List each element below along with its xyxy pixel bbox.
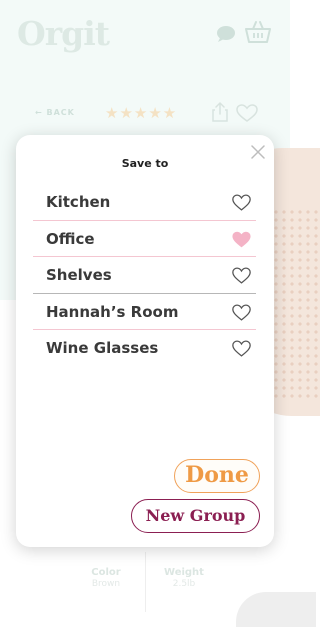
star-rating: ★★★★★ bbox=[105, 104, 178, 122]
done-button[interactable]: Done bbox=[174, 459, 260, 493]
modal-title: Save to bbox=[121, 157, 169, 170]
group-item-kitchen[interactable]: Kitchen bbox=[33, 184, 256, 221]
heart-outline-icon[interactable] bbox=[232, 194, 251, 211]
group-label: Hannah’s Room bbox=[46, 302, 179, 321]
chat-bubble-icon[interactable] bbox=[216, 25, 236, 43]
heart-outline-icon[interactable] bbox=[232, 267, 251, 284]
back-label: BACK bbox=[46, 108, 75, 117]
bottom-corner-shape bbox=[236, 592, 316, 627]
group-label: Office bbox=[46, 229, 95, 248]
heart-outline-icon[interactable] bbox=[232, 340, 251, 357]
close-icon[interactable] bbox=[251, 145, 265, 159]
group-item-office[interactable]: Office bbox=[33, 221, 256, 257]
group-item-hannahs-room[interactable]: Hannah’s Room bbox=[33, 294, 256, 330]
basket-icon[interactable] bbox=[245, 20, 271, 44]
spec-divider bbox=[145, 552, 146, 612]
heart-outline-icon[interactable] bbox=[232, 304, 251, 321]
new-group-button[interactable]: New Group bbox=[131, 499, 260, 533]
group-label: Wine Glasses bbox=[46, 339, 159, 357]
spec-value: 2.5lb bbox=[172, 579, 196, 589]
app-logo: Orgit bbox=[17, 14, 110, 53]
spec-weight: Weight 2.5lb bbox=[158, 567, 210, 589]
group-label: Shelves bbox=[46, 266, 112, 284]
group-list: Kitchen Office Shelves Hannah’s Room Win… bbox=[33, 184, 256, 367]
heart-filled-icon[interactable] bbox=[232, 231, 251, 248]
spec-color: Color Brown bbox=[80, 567, 132, 589]
spec-label: Color bbox=[91, 567, 121, 578]
group-item-wine-glasses[interactable]: Wine Glasses bbox=[33, 330, 256, 367]
share-icon[interactable] bbox=[211, 102, 229, 122]
group-label: Kitchen bbox=[46, 193, 111, 211]
save-to-modal: Save to Kitchen Office Shelves Hannah’s … bbox=[16, 135, 274, 547]
spec-value: Brown bbox=[91, 579, 121, 589]
back-link[interactable]: ← BACK bbox=[35, 108, 75, 117]
spec-label: Weight bbox=[164, 567, 204, 578]
group-item-shelves[interactable]: Shelves bbox=[33, 257, 256, 294]
favorite-heart-icon[interactable] bbox=[236, 104, 258, 122]
